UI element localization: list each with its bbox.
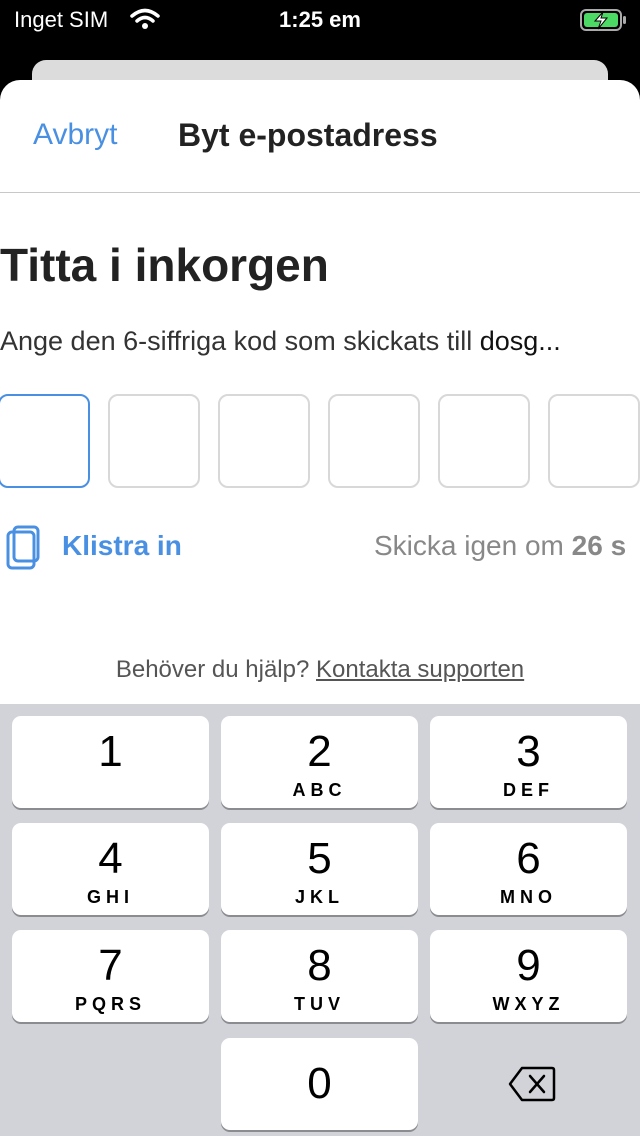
resend-countdown: Skicka igen om 26 s [374, 530, 626, 562]
key-digit: 6 [516, 834, 541, 883]
instruction-prefix: Ange den 6-siffriga kod som skickats til… [0, 326, 480, 356]
key-letters: GHI [86, 887, 134, 907]
cancel-button[interactable]: Avbryt [33, 118, 117, 152]
key-letters: DEF [503, 780, 554, 800]
key-7[interactable]: 7 PQRS [12, 930, 209, 1022]
code-digit-5[interactable] [438, 394, 530, 488]
key-letters: WXYZ [492, 994, 565, 1014]
backspace-button[interactable] [430, 1038, 627, 1130]
contact-support-link[interactable]: Kontakta supporten [316, 656, 524, 683]
key-digit: 1 [98, 727, 123, 776]
code-digit-4[interactable] [328, 394, 420, 488]
key-0[interactable]: 0 [221, 1038, 418, 1130]
nav-bar: Avbryt Byt e-postadress [0, 80, 640, 193]
code-digit-3[interactable] [218, 394, 310, 488]
key-digit: 9 [516, 941, 541, 990]
clock: 1:25 em [279, 7, 361, 32]
key-digit: 2 [307, 727, 332, 776]
key-letters: JKL [294, 887, 344, 907]
key-digit: 7 [98, 941, 123, 990]
key-digit: 0 [307, 1059, 332, 1108]
instruction-text: Ange den 6-siffriga kod som skickats til… [0, 326, 635, 357]
key-letters: MNO [500, 887, 557, 907]
page-heading: Titta i inkorgen [0, 239, 329, 291]
code-digit-1[interactable] [0, 394, 90, 488]
code-digit-6[interactable] [548, 394, 640, 488]
resend-timer: 26 s [571, 530, 627, 561]
resend-prefix: Skicka igen om [374, 530, 572, 561]
key-6[interactable]: 6 MNO [430, 823, 627, 915]
key-2[interactable]: 2 ABC [221, 716, 418, 808]
code-digit-2[interactable] [108, 394, 200, 488]
email-address: dosg... [479, 326, 561, 356]
help-text: Behöver du hjälp? Kontakta supporten [0, 656, 640, 684]
key-digit: 3 [516, 727, 541, 776]
numeric-keypad: 1 2 ABC 3 DEF 4 GHI 5 JKL 6 MNO 7 PQRS 8… [0, 704, 640, 1136]
status-bar: Inget SIM 1:25 em [0, 0, 640, 40]
key-9[interactable]: 9 WXYZ [430, 930, 627, 1022]
key-digit: 8 [307, 941, 332, 990]
key-digit: 5 [307, 834, 332, 883]
battery-charging-icon [580, 8, 628, 37]
backspace-icon [508, 1066, 556, 1102]
key-letters: TUV [294, 994, 345, 1014]
key-digit: 4 [98, 834, 123, 883]
key-4[interactable]: 4 GHI [12, 823, 209, 915]
paste-label: Klistra in [62, 530, 182, 561]
help-prefix: Behöver du hjälp? [115, 656, 316, 683]
key-5[interactable]: 5 JKL [221, 823, 418, 915]
key-8[interactable]: 8 TUV [221, 930, 418, 1022]
key-1[interactable]: 1 [12, 716, 209, 808]
nav-title: Byt e-postadress [178, 117, 438, 153]
key-3[interactable]: 3 DEF [430, 716, 627, 808]
key-letters: ABC [292, 780, 347, 800]
change-email-sheet: Avbryt Byt e-postadress Titta i inkorgen… [0, 80, 640, 704]
clipboard-icon [4, 524, 42, 577]
key-letters: PQRS [74, 994, 146, 1014]
